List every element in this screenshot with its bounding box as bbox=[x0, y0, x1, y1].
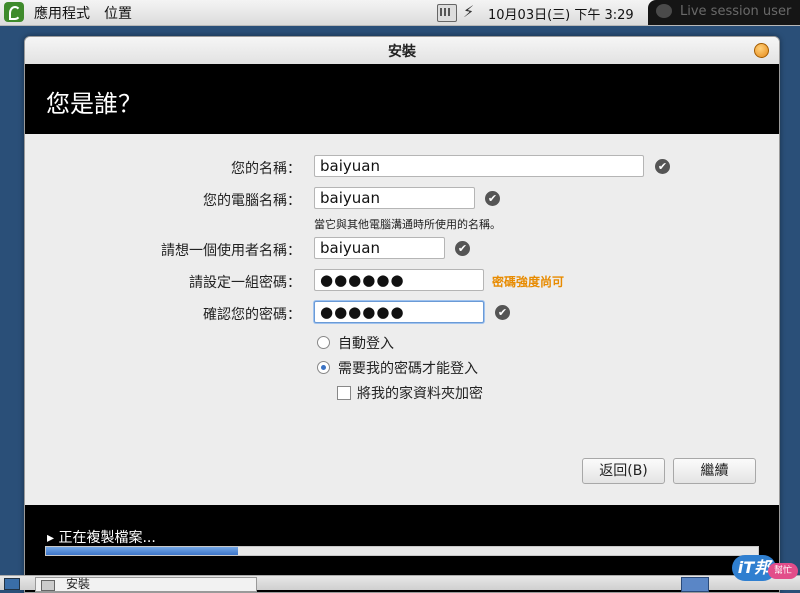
progress-label[interactable]: ▸ 正在複製檔案... bbox=[47, 527, 156, 547]
clock[interactable]: 10月03日(三) 下午 3:29 bbox=[488, 4, 634, 23]
network-icon[interactable]: ⚡ bbox=[463, 2, 474, 21]
encrypt-home-label[interactable]: 將我的家資料夾加密 bbox=[357, 383, 483, 403]
username-label: 請想一個使用者名稱： bbox=[161, 243, 301, 259]
watermark-badge: 幫忙 bbox=[768, 563, 798, 579]
top-panel: 應用程式 位置 ⚡ 10月03日(三) 下午 3:29 Live session… bbox=[0, 0, 800, 26]
show-desktop-icon[interactable] bbox=[4, 578, 20, 590]
distro-logo-icon[interactable] bbox=[4, 2, 24, 22]
installer-window: 安裝 您是誰？ 您的名稱： baiyuan ✔ 您的電腦名稱： baiyuan … bbox=[24, 36, 780, 593]
back-button[interactable]: 返回(B) bbox=[582, 458, 665, 484]
password-input[interactable]: ●●●●●● bbox=[314, 269, 484, 291]
window-titlebar[interactable]: 安裝 bbox=[25, 37, 779, 65]
name-input[interactable]: baiyuan bbox=[314, 155, 644, 177]
user-icon bbox=[656, 4, 672, 18]
name-label: 您的名稱： bbox=[231, 161, 301, 177]
confirm-valid-check-icon: ✔ bbox=[495, 305, 510, 320]
password-label: 請設定一組密碼： bbox=[189, 275, 301, 291]
username-input[interactable]: baiyuan bbox=[314, 237, 445, 259]
window-icon bbox=[41, 580, 55, 591]
applications-menu[interactable]: 應用程式 bbox=[34, 3, 90, 23]
progress-bar bbox=[45, 546, 759, 556]
bottom-panel: 安裝 bbox=[0, 575, 800, 592]
user-menu[interactable]: Live session user bbox=[648, 0, 800, 25]
progress-bar-fill bbox=[46, 547, 239, 555]
encrypt-home-checkbox[interactable] bbox=[337, 386, 351, 400]
continue-button[interactable]: 繼續 bbox=[673, 458, 756, 484]
computer-name-hint: 當它與其他電腦溝通時所使用的名稱。 bbox=[314, 218, 501, 231]
places-menu[interactable]: 位置 bbox=[104, 3, 132, 23]
taskbar-item-installer[interactable]: 安裝 bbox=[35, 577, 257, 592]
require-password-label[interactable]: 需要我的密碼才能登入 bbox=[338, 358, 478, 378]
confirm-password-label: 確認您的密碼： bbox=[203, 307, 301, 323]
auto-login-radio[interactable] bbox=[317, 336, 330, 349]
username-valid-check-icon: ✔ bbox=[455, 241, 470, 256]
confirm-password-input[interactable]: ●●●●●● bbox=[314, 301, 484, 323]
computer-name-valid-check-icon: ✔ bbox=[485, 191, 500, 206]
require-password-radio[interactable] bbox=[317, 361, 330, 374]
password-strength-text: 密碼強度尚可 bbox=[492, 275, 565, 289]
auto-login-label[interactable]: 自動登入 bbox=[338, 333, 394, 353]
close-icon[interactable] bbox=[754, 43, 769, 58]
window-title: 安裝 bbox=[388, 44, 416, 60]
user-menu-label: Live session user bbox=[680, 4, 792, 19]
keyboard-indicator-icon[interactable] bbox=[437, 4, 457, 22]
computer-name-label: 您的電腦名稱： bbox=[203, 193, 301, 209]
workspace-switcher[interactable] bbox=[681, 577, 709, 592]
taskbar-item-label: 安裝 bbox=[66, 577, 91, 591]
page-header: 您是誰？ bbox=[25, 64, 779, 134]
name-valid-check-icon: ✔ bbox=[655, 159, 670, 174]
page-title: 您是誰？ bbox=[46, 90, 142, 118]
computer-name-input[interactable]: baiyuan bbox=[314, 187, 475, 209]
